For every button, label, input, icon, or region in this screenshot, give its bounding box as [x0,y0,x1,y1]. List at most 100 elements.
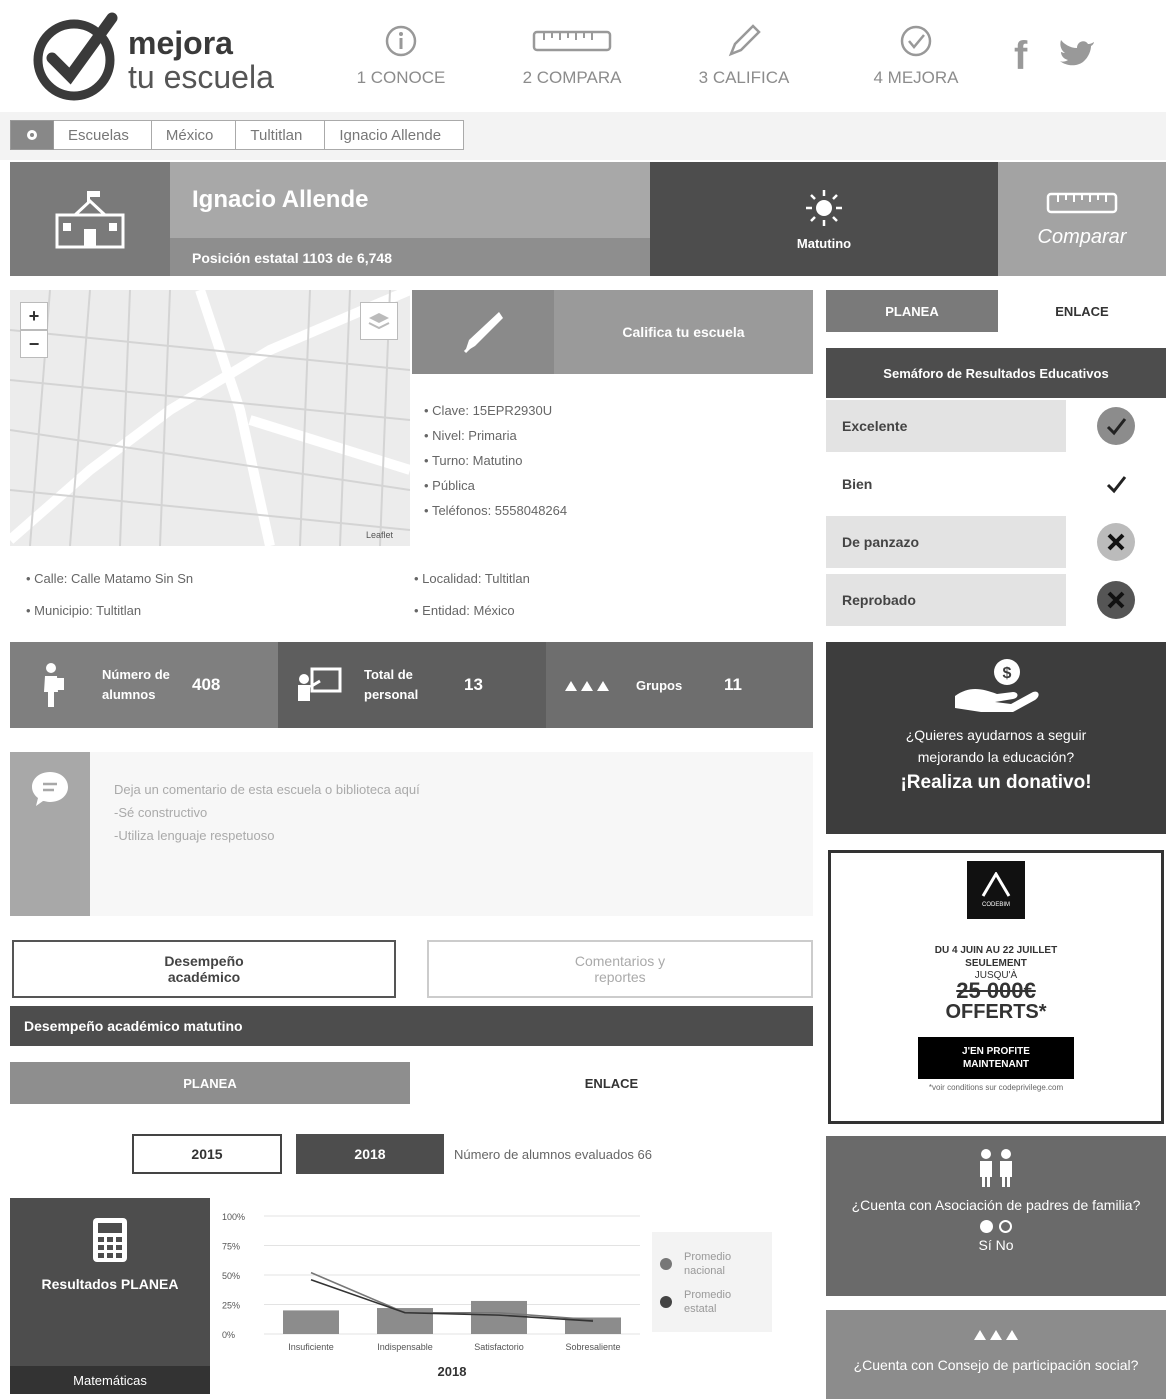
side-tab-planea[interactable]: PLANEA [826,290,998,332]
y-tick-label: 0% [222,1330,235,1340]
detail-clave: Clave: 15EPR2930U [424,398,567,423]
sun-icon [806,189,842,226]
logo[interactable] [30,12,120,102]
ruler-icon [1046,192,1118,213]
group-icon [974,1330,1018,1340]
legend-estatal: Promedio estatal [660,1288,754,1316]
x-tick-label: Insuficiente [288,1342,334,1352]
student-icon [44,663,64,707]
address-calle: Calle: Calle Matamo Sin Sn [26,566,193,591]
step-califica[interactable]: 3 CALIFICA [679,24,809,88]
parents-radios [826,1220,1166,1233]
semaforo-status [1066,458,1166,510]
radio-no[interactable] [999,1220,1012,1233]
info-circle-icon [385,25,417,57]
ad-price: 25 000€ [956,978,1036,1003]
rate-button[interactable]: Califica tu escuela [554,290,813,374]
donate-block[interactable]: $ ¿Quieres ayudarnos a seguir mejorando … [826,642,1166,834]
map-zoom-in[interactable]: + [20,302,48,330]
gear-icon [27,130,37,140]
check-badge-icon [1097,407,1135,445]
step-mejora[interactable]: 4 MEJORA [851,24,981,88]
address-municipio: Municipio: Tultitlan [26,598,141,623]
evaluated-count: Número de alumnos evaluados 66 [454,1146,653,1162]
map-zoom-out[interactable]: − [20,330,48,358]
compare-button[interactable]: Comparar [998,162,1166,276]
ad-fine-print: *voir conditions sur codeprivilege.com [928,1083,1064,1092]
parents-block: ¿Cuenta con Asociación de padres de fami… [826,1136,1166,1296]
semaforo-status [1066,574,1166,626]
crumb-tultitlan[interactable]: Tultitlan [236,120,326,150]
subtab-enlace[interactable]: ENLACE [410,1062,813,1104]
year-2015-button[interactable]: 2015 [132,1134,282,1174]
legend-label: Promedio nacional [684,1251,732,1277]
school-name-block: Ignacio Allende [170,162,650,238]
semaforo-panzazo: De panzazo [826,516,1166,568]
donate-cta[interactable]: ¡Realiza un donativo! [826,772,1166,794]
teacher-board-icon [298,667,342,701]
facebook-icon[interactable]: f [1014,34,1027,79]
svg-text:$: $ [1003,665,1012,682]
address-localidad: Localidad: Tultitlan [414,566,530,591]
semaforo-label: De panzazo [842,534,920,550]
crumb-mexico[interactable]: México [151,120,237,150]
step-label: 3 CALIFICA [698,68,790,87]
ad-logo-mark-icon [981,872,1011,897]
map-attribution[interactable]: Leaflet [366,530,393,540]
tab-desempeno[interactable]: Desempeño académico [12,940,396,998]
y-tick-label: 75% [222,1242,240,1252]
series-line-nacional [310,1271,594,1321]
semaforo-label: Reprobado [842,592,916,608]
step-conoce[interactable]: 1 CONOCE [336,24,466,88]
rate-icon-block[interactable] [412,290,554,374]
stat-value: 408 [192,675,221,694]
year-2018-button[interactable]: 2018 [296,1134,444,1174]
ad-cta-button[interactable]: J'EN PROFITE MAINTENANT [918,1037,1074,1079]
crumb-school[interactable]: Ignacio Allende [325,120,465,150]
comment-input[interactable]: Deja un comentario de esta escuela o bib… [90,752,813,916]
comment-hint-2: -Utiliza lenguaje respetuoso [114,828,275,843]
series-line-estatal [310,1278,594,1322]
ad-banner[interactable]: CODEBIM DU 4 JUIN AU 22 JUILLET SEULEMEN… [828,850,1164,1124]
x-tick-label: Sobresaliente [565,1342,620,1352]
tab-comentarios[interactable]: Comentarios y reportes [427,940,813,998]
section-title: Desempeño académico matutino [10,1006,813,1046]
map-layers-button[interactable] [360,302,398,340]
shift-block: Matutino [650,162,998,276]
stat-alumnos: Número de alumnos 408 [10,642,278,728]
legend-swatch [660,1296,672,1308]
bar-insuficiente [283,1310,339,1334]
results-block: Resultados PLANEA [10,1198,210,1392]
school-position: Posición estatal 1103 de 6,748 [170,238,650,276]
semaforo-status [1066,400,1166,452]
y-tick-label: 50% [222,1271,240,1281]
x-badge-icon [1097,581,1135,619]
subject-label[interactable]: Matemáticas [10,1366,210,1394]
school-icon-block [10,162,170,276]
y-tick-label: 25% [222,1301,240,1311]
results-title: Resultados PLANEA [41,1276,179,1292]
ad-logo: CODEBIM [967,861,1025,919]
step-compara[interactable]: 2 COMPARA [507,24,637,88]
home-crumb[interactable] [10,120,54,150]
crumb-escuelas[interactable]: Escuelas [54,120,152,150]
twitter-icon[interactable] [1058,38,1096,70]
address-entidad: Entidad: México [414,598,515,623]
school-map[interactable]: + − Leaflet [10,290,410,546]
legend-nacional: Promedio nacional [660,1250,754,1278]
subtab-planea[interactable]: PLANEA [10,1062,410,1104]
side-tab-enlace[interactable]: ENLACE [998,290,1166,332]
stat-label: Número de alumnos [102,667,170,702]
detail-telefono: Teléfonos: 5558048264 [424,498,567,523]
chart-legend: Promedio nacional Promedio estatal [652,1232,772,1332]
site-header: mejora tu escuela 1 CONOCE 2 COMPARA 3 C… [0,0,1166,110]
radio-si[interactable] [980,1220,993,1233]
council-block: ¿Cuenta con Consejo de participación soc… [826,1310,1166,1399]
stat-value: 11 [724,675,742,694]
semaforo-reprobado: Reprobado [826,574,1166,626]
stat-label: Grupos [636,677,683,693]
step-label: 1 CONOCE [356,68,446,87]
school-details: Clave: 15EPR2930U Nivel: Primaria Turno:… [424,398,567,523]
map-streets [10,290,410,546]
school-name: Ignacio Allende [192,186,369,213]
